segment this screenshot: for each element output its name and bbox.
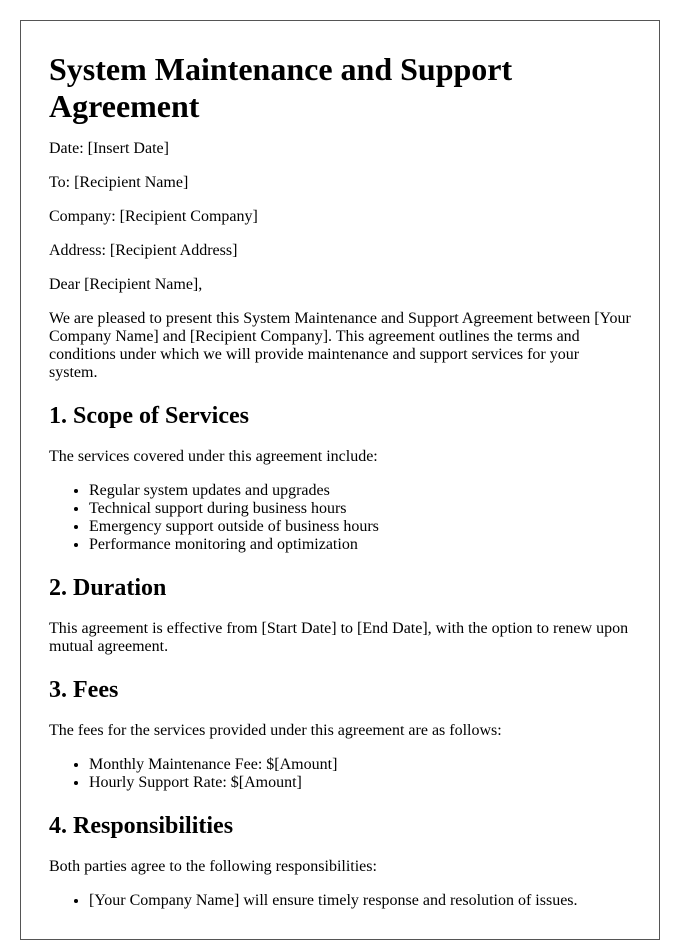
list-item: Monthly Maintenance Fee: $[Amount] [89,756,631,774]
section-heading: 2. Duration [49,575,167,601]
section-heading: 3. Fees [49,677,119,703]
salutation: Dear [Recipient Name], [49,276,203,293]
section-text: The fees for the services provided under… [49,722,502,739]
address-line: Address: [Recipient Address] [49,242,238,259]
list-item: Emergency support outside of business ho… [89,518,631,536]
services-list: Regular system updates and upgrades Tech… [49,482,631,554]
section-fees: 3. Fees The fees for the services provid… [49,676,631,792]
section-text: Both parties agree to the following resp… [49,858,377,875]
list-item: Regular system updates and upgrades [89,482,631,500]
document-title: System Maintenance and Support Agreement [49,51,513,124]
section-scope-of-services: 1. Scope of Services The services covere… [49,402,631,554]
section-duration: 2. Duration This agreement is effective … [49,574,631,656]
recipient-line: To: [Recipient Name] [49,174,189,191]
list-item: Hourly Support Rate: $[Amount] [89,774,631,792]
section-heading: 1. Scope of Services [49,403,249,429]
date-line: Date: [Insert Date] [49,140,169,157]
responsibilities-list: [Your Company Name] will ensure timely r… [49,892,631,910]
document-page: System Maintenance and Support Agreement… [20,20,660,940]
fees-list: Monthly Maintenance Fee: $[Amount] Hourl… [49,756,631,792]
list-item: [Your Company Name] will ensure timely r… [89,892,631,910]
section-text: This agreement is effective from [Start … [49,620,629,655]
list-item: Technical support during business hours [89,500,631,518]
intro-paragraph: We are pleased to present this System Ma… [49,310,631,381]
list-item: Performance monitoring and optimization [89,536,631,554]
section-heading: 4. Responsibilities [49,813,234,839]
section-text: The services covered under this agreemen… [49,448,378,465]
company-line: Company: [Recipient Company] [49,208,258,225]
section-responsibilities: 4. Responsibilities Both parties agree t… [49,812,631,910]
